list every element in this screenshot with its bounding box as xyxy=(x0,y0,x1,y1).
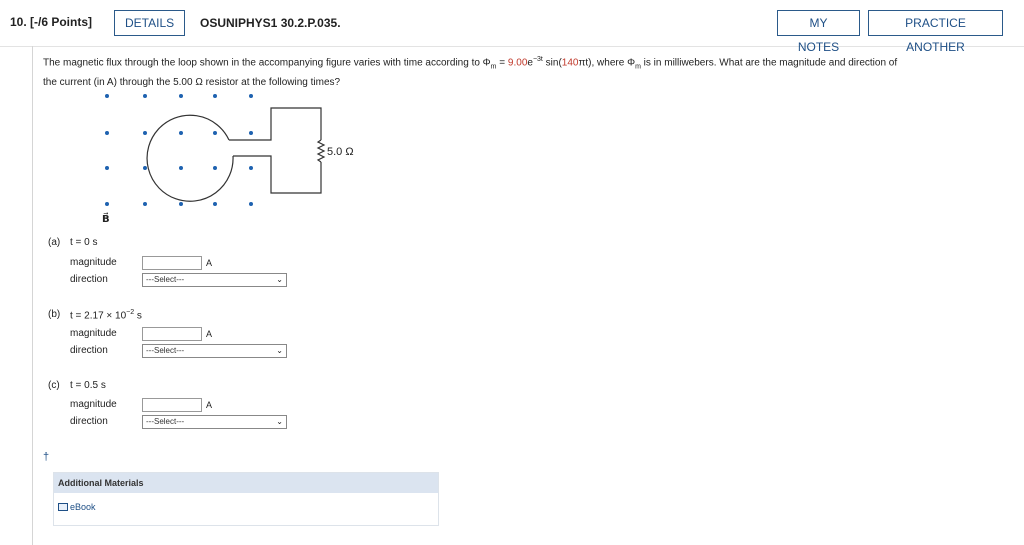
practice-another-button[interactable]: PRACTICE ANOTHER xyxy=(868,10,1003,54)
part-a-time: t = 0 s xyxy=(70,237,98,248)
circuit-wire xyxy=(229,107,322,194)
part-b-unit: A xyxy=(206,329,213,339)
part-c-direction-label: direction xyxy=(70,416,108,427)
flux-coefficient: 9.00 xyxy=(507,57,528,69)
resistor-symbol xyxy=(316,139,326,163)
loop-figure: 5.0 Ω B⃗ xyxy=(102,94,354,225)
sin-close: ), where Φ xyxy=(588,57,636,69)
dagger-link[interactable]: † xyxy=(43,451,49,463)
resistor-label: 5.0 Ω xyxy=(327,146,354,158)
book-icon xyxy=(58,503,68,511)
part-b-label: (b) xyxy=(48,309,61,320)
part-a-magnitude-input[interactable] xyxy=(142,256,202,270)
ebook-label: eBook xyxy=(70,502,96,512)
omega-value: 140 xyxy=(561,57,579,69)
part-c-direction-select[interactable]: ---Select--- ⌄ xyxy=(142,415,287,429)
exp-power: −3t xyxy=(532,56,543,63)
part-b-direction-label: direction xyxy=(70,345,108,356)
part-a-select-value: ---Select--- xyxy=(146,275,185,284)
part-b-time-prefix: t = 2.17 × 10 xyxy=(70,310,127,322)
details-button[interactable]: DETAILS xyxy=(114,10,185,36)
part-b-direction-select[interactable]: ---Select--- ⌄ xyxy=(142,344,287,358)
sin-open: sin( xyxy=(542,57,562,69)
additional-materials-panel: Additional Materials eBook xyxy=(53,472,439,526)
problem-statement: The magnetic flux through the loop shown… xyxy=(43,52,1003,91)
part-c-magnitude-label: magnitude xyxy=(70,399,117,410)
part-c-select-value: ---Select--- xyxy=(146,417,185,426)
part-b-magnitude-input[interactable] xyxy=(142,327,202,341)
part-a-magnitude-label: magnitude xyxy=(70,257,117,268)
part-b-time-exp: −2 xyxy=(126,309,135,316)
part-b-select-value: ---Select--- xyxy=(146,346,185,355)
part-a-direction-label: direction xyxy=(70,274,108,285)
question-number: 10. [-/6 Points] xyxy=(10,15,93,29)
problem-text-2: is in milliwebers. What are the magnitud… xyxy=(640,57,898,69)
chevron-down-icon: ⌄ xyxy=(276,417,283,426)
chevron-down-icon: ⌄ xyxy=(276,275,283,284)
part-b-time: t = 2.17 × 10−2 s xyxy=(70,309,142,321)
additional-materials-title: Additional Materials xyxy=(54,473,438,493)
my-notes-button[interactable]: MY NOTES xyxy=(777,10,860,54)
part-a-direction-select[interactable]: ---Select--- ⌄ xyxy=(142,273,287,287)
question-id: OSUNIPHYS1 30.2.P.035. xyxy=(200,16,341,30)
part-a-unit: A xyxy=(206,258,213,268)
part-a-label: (a) xyxy=(48,237,61,248)
part-c-label: (c) xyxy=(48,380,60,391)
chevron-down-icon: ⌄ xyxy=(276,346,283,355)
part-b-time-suffix: s xyxy=(134,310,142,322)
magnetic-field-dots xyxy=(105,94,253,206)
circular-loop xyxy=(146,114,234,202)
field-label: B⃗ xyxy=(102,212,110,225)
question-body: The magnetic flux through the loop shown… xyxy=(32,46,1013,545)
pi-t: πt xyxy=(578,57,589,69)
equals: = xyxy=(496,57,508,69)
part-c-time: t = 0.5 s xyxy=(70,380,106,391)
part-c-unit: A xyxy=(206,400,213,410)
problem-text-3: the current (in A) through the 5.00 Ω re… xyxy=(43,77,341,89)
ebook-link[interactable]: eBook xyxy=(58,502,96,512)
question-header: 10. [-/6 Points] DETAILS OSUNIPHYS1 30.2… xyxy=(0,0,1024,54)
part-c-magnitude-input[interactable] xyxy=(142,398,202,412)
problem-text-1: The magnetic flux through the loop shown… xyxy=(43,57,491,69)
part-b-magnitude-label: magnitude xyxy=(70,328,117,339)
